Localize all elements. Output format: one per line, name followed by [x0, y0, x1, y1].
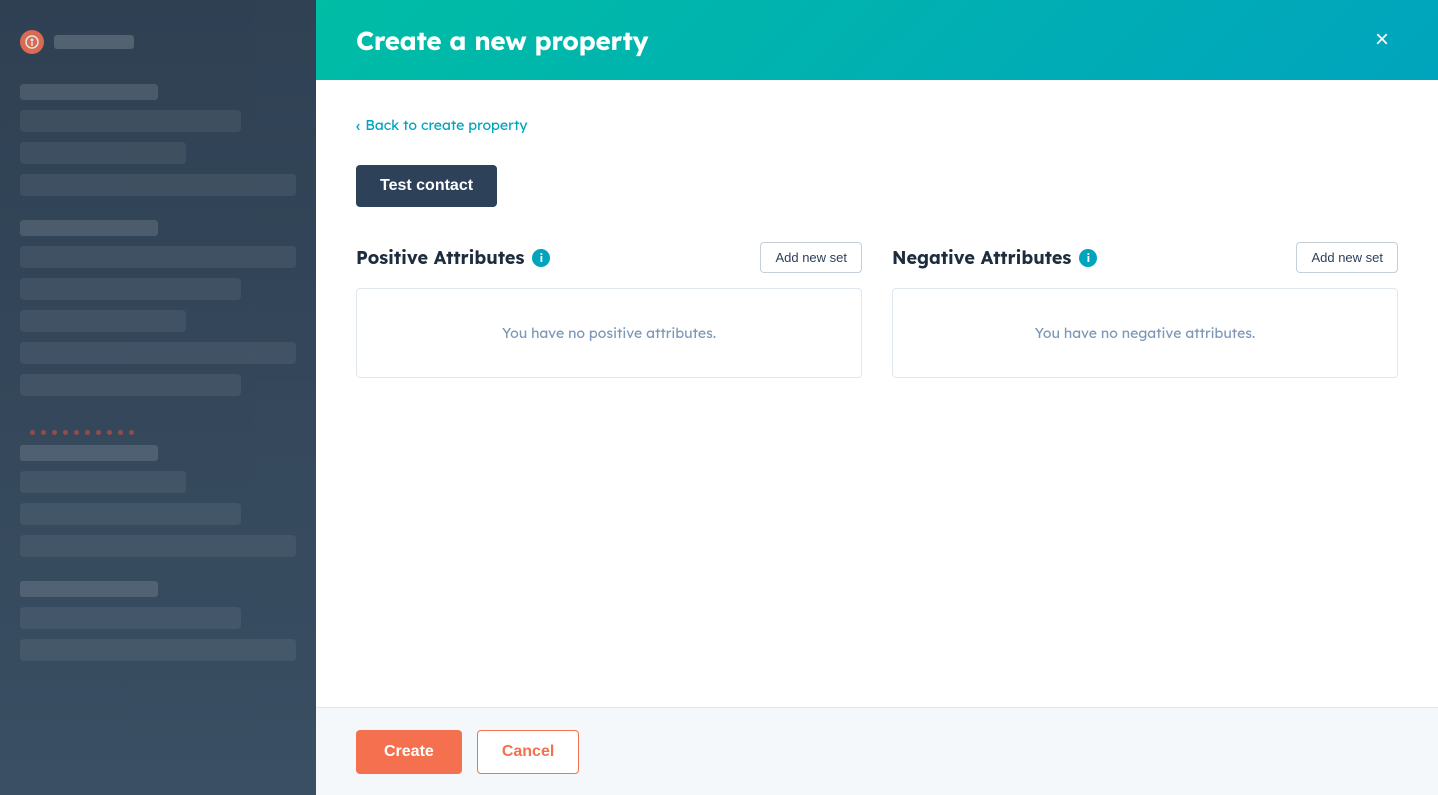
sidebar-item	[20, 503, 241, 525]
negative-attributes-header: Negative Attributes i Add new set	[892, 242, 1398, 273]
positive-attributes-empty-box: You have no positive attributes.	[356, 288, 862, 378]
back-arrow-icon: ‹	[356, 115, 360, 135]
sidebar-item	[20, 278, 241, 300]
negative-attributes-empty-text: You have no negative attributes.	[1035, 324, 1255, 342]
sidebar-item	[20, 471, 186, 493]
sidebar-section-title-3	[20, 445, 158, 461]
back-to-create-property-link[interactable]: ‹ Back to create property	[356, 115, 1398, 135]
positive-attributes-title: Positive Attributes	[356, 246, 524, 269]
positive-attributes-title-group: Positive Attributes i	[356, 246, 550, 269]
dot	[118, 430, 123, 435]
negative-attributes-section: Negative Attributes i Add new set You ha…	[892, 242, 1398, 378]
cancel-button[interactable]: Cancel	[477, 730, 579, 774]
modal-footer: Create Cancel	[316, 707, 1438, 795]
sidebar-section-title-2	[20, 220, 158, 236]
modal: Create a new property × ‹ Back to create…	[316, 0, 1438, 795]
sidebar-item	[20, 246, 296, 268]
dot	[52, 430, 57, 435]
close-button[interactable]: ×	[1366, 24, 1398, 56]
hubspot-logo-icon	[20, 30, 44, 54]
sidebar-dots-decoration	[20, 420, 296, 445]
positive-attributes-header: Positive Attributes i Add new set	[356, 242, 862, 273]
sidebar-app-name	[54, 35, 134, 49]
sidebar-section-3	[20, 445, 296, 557]
dot	[107, 430, 112, 435]
sidebar-item	[20, 174, 296, 196]
modal-title: Create a new property	[356, 24, 648, 57]
sidebar-section-2	[20, 220, 296, 396]
sidebar-item	[20, 607, 241, 629]
positive-attributes-section: Positive Attributes i Add new set You ha…	[356, 242, 862, 378]
negative-attributes-info-icon[interactable]: i	[1079, 249, 1097, 267]
positive-attributes-info-icon[interactable]: i	[532, 249, 550, 267]
sidebar-item	[20, 639, 296, 661]
sidebar-item	[20, 374, 241, 396]
back-link-label: Back to create property	[365, 116, 527, 134]
negative-attributes-empty-box: You have no negative attributes.	[892, 288, 1398, 378]
sidebar-section-title-4	[20, 581, 158, 597]
sidebar-item	[20, 342, 296, 364]
modal-body: ‹ Back to create property Test contact P…	[316, 80, 1438, 707]
dot	[63, 430, 68, 435]
sidebar-section-4	[20, 581, 296, 661]
positive-attributes-empty-text: You have no positive attributes.	[502, 324, 716, 342]
sidebar-item	[20, 110, 241, 132]
dot	[74, 430, 79, 435]
dot	[30, 430, 35, 435]
dot	[85, 430, 90, 435]
dot	[129, 430, 134, 435]
positive-add-new-set-button[interactable]: Add new set	[760, 242, 862, 273]
sidebar-item	[20, 142, 186, 164]
test-contact-button[interactable]: Test contact	[356, 165, 497, 207]
create-button[interactable]: Create	[356, 730, 462, 774]
dot	[96, 430, 101, 435]
sidebar	[0, 0, 316, 795]
sidebar-section-title-1	[20, 84, 158, 100]
sidebar-logo	[20, 30, 296, 54]
negative-attributes-title: Negative Attributes	[892, 246, 1071, 269]
modal-header: Create a new property ×	[316, 0, 1438, 80]
attributes-container: Positive Attributes i Add new set You ha…	[356, 242, 1398, 378]
sidebar-item	[20, 310, 186, 332]
sidebar-section-1	[20, 84, 296, 196]
negative-add-new-set-button[interactable]: Add new set	[1296, 242, 1398, 273]
dot	[41, 430, 46, 435]
sidebar-item	[20, 535, 296, 557]
negative-attributes-title-group: Negative Attributes i	[892, 246, 1097, 269]
